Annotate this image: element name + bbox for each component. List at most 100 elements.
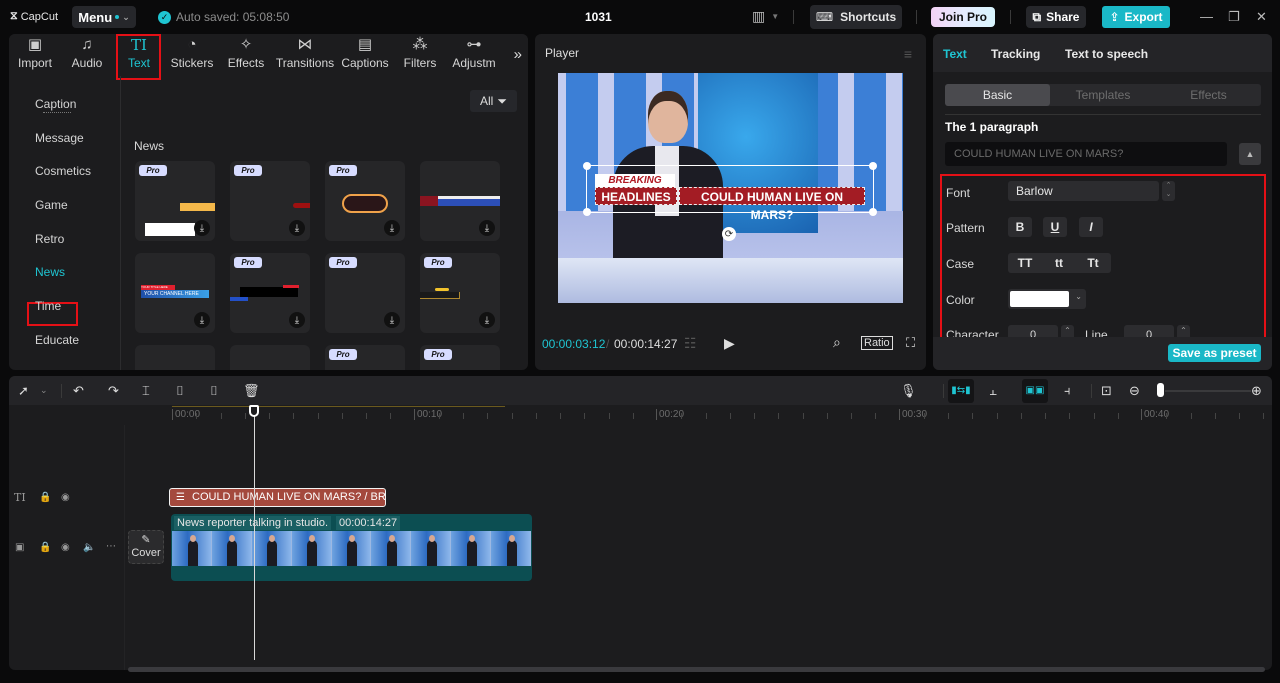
download-icon[interactable]: ⤓ [289, 312, 305, 328]
uppercase-button[interactable]: TT [1008, 253, 1042, 273]
resize-handle[interactable] [869, 162, 877, 170]
paragraph-text-input[interactable]: COULD HUMAN LIVE ON MARS? [945, 142, 1227, 166]
template-card[interactable]: Pro [325, 345, 405, 370]
font-select[interactable]: Barlow [1008, 181, 1159, 201]
tab-tracking[interactable]: Tracking [991, 47, 1040, 61]
split-right-icon[interactable]: ⌷ [210, 383, 218, 399]
template-card[interactable]: Pro ⤓ [230, 253, 310, 333]
resize-handle[interactable] [869, 208, 877, 216]
eye-icon[interactable]: ◉ [61, 492, 70, 503]
resize-handle[interactable] [583, 208, 591, 216]
tab-text-props[interactable]: Text [943, 47, 967, 61]
category-game[interactable]: Game [35, 198, 68, 212]
subtab-templates[interactable]: Templates [1050, 84, 1156, 106]
template-card[interactable] [135, 345, 215, 370]
template-card[interactable]: Pro ⤓ [325, 253, 405, 333]
zoom-slider[interactable] [1165, 390, 1251, 392]
download-icon[interactable]: ⤓ [479, 220, 495, 236]
download-icon[interactable]: ⤓ [384, 220, 400, 236]
video-preview[interactable]: BREAKING NEWS HEADLINES COULD HUMAN LIVE… [558, 73, 903, 303]
redo-icon[interactable]: ↷ [108, 383, 119, 399]
waveform-grid-icon[interactable]: ☷ [684, 335, 697, 352]
category-news[interactable]: News [35, 265, 65, 279]
close-button[interactable]: ✕ [1256, 9, 1267, 25]
download-icon[interactable]: ⤓ [194, 312, 210, 328]
template-card[interactable]: YOUR TITLE HERE YOUR CHANNEL HERE ⤓ [135, 253, 215, 333]
italic-button[interactable]: I [1079, 217, 1103, 237]
category-cosmetics[interactable]: Cosmetics [35, 164, 91, 178]
microphone-icon[interactable]: 🎙 [900, 383, 917, 399]
playhead[interactable] [254, 416, 255, 660]
template-card[interactable]: Pro ⤓ [325, 161, 405, 241]
select-tool-icon[interactable]: ➚ [18, 383, 29, 399]
template-card[interactable]: ⤓ [420, 161, 500, 241]
zoom-out-icon[interactable]: ⊖ [1129, 383, 1140, 399]
collapse-up-icon[interactable]: ▲ [1239, 143, 1261, 165]
lock-icon[interactable]: 🔒 [39, 492, 51, 503]
fit-timeline-icon[interactable]: ⊡ [1101, 383, 1112, 399]
eye-icon[interactable]: ◉ [61, 542, 70, 553]
zoom-in-icon[interactable]: ⊕ [1251, 383, 1262, 399]
category-message[interactable]: Message [35, 131, 84, 145]
ratio-button[interactable]: Ratio [861, 336, 893, 350]
category-educate[interactable]: Educate [35, 333, 79, 347]
zoom-slider-handle[interactable] [1157, 383, 1164, 397]
split-icon[interactable]: ⌶ [142, 383, 150, 399]
zoom-fit-icon[interactable]: ⌕ [833, 334, 841, 351]
tab-text-to-speech[interactable]: Text to speech [1065, 47, 1148, 61]
subtab-basic[interactable]: Basic [945, 84, 1050, 106]
auto-snap-icon[interactable]: ⫠ [989, 383, 997, 399]
restore-button[interactable]: ❐ [1228, 9, 1240, 25]
video-clip[interactable]: News reporter talking in studio. 00:00:1… [171, 514, 532, 581]
tab-transitions[interactable]: ⋈ Transitions [273, 34, 337, 76]
linkage-icon[interactable]: ▣▣ [1022, 379, 1048, 403]
tab-import[interactable]: ▣ Import [9, 34, 61, 76]
fullscreen-icon[interactable]: ⛶ [906, 335, 915, 351]
cover-button[interactable]: ✎ Cover [128, 530, 164, 564]
tab-effects[interactable]: ✧ Effects [219, 34, 273, 76]
minimize-button[interactable]: — [1200, 9, 1213, 24]
download-icon[interactable]: ⤓ [289, 220, 305, 236]
tab-adjustment[interactable]: ⊶ Adjustm [447, 34, 501, 76]
filter-dropdown[interactable]: All ⏷ [470, 90, 517, 112]
template-card[interactable]: Pro [420, 345, 500, 370]
bold-button[interactable]: B [1008, 217, 1032, 237]
template-card[interactable]: Pro ⤓ [230, 161, 310, 241]
rotate-handle-icon[interactable]: ⟳ [722, 227, 736, 241]
tab-captions[interactable]: ▤ Captions [337, 34, 393, 76]
color-picker[interactable]: ⌄ [1008, 289, 1086, 309]
save-as-preset-button[interactable]: Save as preset [1168, 344, 1261, 362]
subtab-effects[interactable]: Effects [1156, 84, 1261, 106]
layout-button[interactable]: ▥ ▼ [752, 8, 779, 25]
category-caption[interactable]: Caption [35, 97, 76, 111]
category-retro[interactable]: Retro [35, 232, 64, 246]
resize-handle[interactable] [583, 162, 591, 170]
menu-button[interactable]: Menu ⌄ [72, 6, 136, 28]
tab-audio[interactable]: ♫ Audio [61, 34, 113, 76]
chevron-down-icon[interactable]: ⌄ [40, 385, 48, 396]
volume-icon[interactable]: 🔈 [83, 542, 95, 553]
font-stepper-icon[interactable]: ⌃ ⌄ [1162, 181, 1175, 201]
tab-text[interactable]: TI Text [113, 34, 165, 80]
share-button[interactable]: ⧉ Share [1026, 6, 1086, 28]
download-icon[interactable]: ⤓ [479, 312, 495, 328]
join-pro-button[interactable]: Join Pro [931, 7, 995, 27]
tab-filters[interactable]: ⁂ Filters [393, 34, 447, 76]
project-title[interactable]: 1031 [585, 10, 612, 24]
category-time[interactable]: Time [35, 299, 61, 313]
more-options-icon[interactable]: ⋯ [106, 541, 116, 552]
template-card[interactable]: Pro ⤓ [420, 253, 500, 333]
main-track-magnet-icon[interactable]: ▮⇆▮ [948, 379, 974, 403]
preview-axis-icon[interactable]: ⫞ [1064, 383, 1071, 399]
timeline-scrollbar[interactable] [128, 667, 1265, 672]
tab-stickers[interactable]: ◔ Stickers [165, 34, 219, 76]
titlecase-button[interactable]: Tt [1076, 253, 1110, 273]
delete-icon[interactable]: 🗑 [243, 383, 260, 399]
template-card[interactable]: Pro ⤓ [135, 161, 215, 241]
text-overlay-selection[interactable]: BREAKING NEWS HEADLINES COULD HUMAN LIVE… [583, 162, 877, 222]
download-icon[interactable]: ⤓ [384, 312, 400, 328]
download-icon[interactable]: ⤓ [194, 220, 210, 236]
lowercase-button[interactable]: tt [1042, 253, 1076, 273]
timeline-ruler[interactable]: 00:00 00:10 00:20 00:30 00:40 [125, 405, 1272, 425]
play-button[interactable]: ▶ [724, 335, 735, 352]
